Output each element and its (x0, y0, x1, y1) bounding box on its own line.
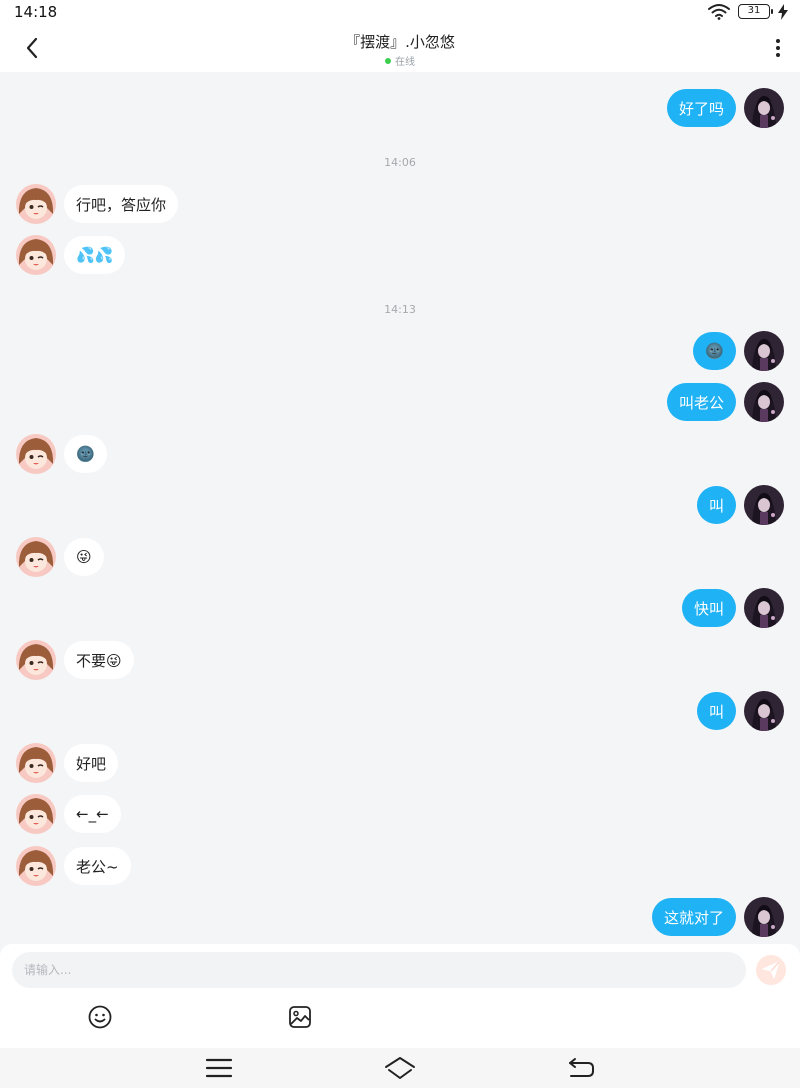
message-received: 🌚 (16, 434, 107, 474)
user-portrait-icon (744, 382, 784, 422)
message-received: 好吧 (16, 743, 119, 783)
message-bubble[interactable]: 行吧，答应你 (64, 185, 179, 223)
message-input[interactable] (12, 952, 746, 988)
online-status: 在线 (200, 53, 600, 68)
contact-portrait-icon (16, 846, 56, 886)
contact-name: 『摆渡』.小忽悠 (345, 33, 455, 51)
menu-button[interactable] (204, 1056, 234, 1080)
contact-portrait-icon (16, 743, 56, 783)
send-icon (762, 961, 780, 979)
return-icon (569, 1058, 594, 1077)
contact-avatar[interactable] (16, 184, 56, 224)
user-portrait-icon (744, 485, 784, 525)
status-bar: 14:18 31 (0, 0, 800, 24)
timestamp: 14:06 (384, 156, 416, 169)
my-avatar[interactable] (744, 588, 784, 628)
contact-avatar[interactable] (16, 235, 56, 275)
message-sent: 叫老公 (666, 382, 784, 422)
message-received: 😜 (16, 537, 104, 577)
user-portrait-icon (744, 691, 784, 731)
message-sent: 🌚 (693, 331, 784, 371)
online-status-text: 在线 (395, 57, 415, 68)
message-received: 行吧，答应你 (16, 184, 179, 224)
status-time: 14:18 (14, 3, 58, 21)
message-received: ←_← (16, 794, 121, 834)
contact-portrait-icon (16, 235, 56, 275)
message-bubble[interactable]: 🌚 (693, 332, 736, 370)
status-icons: 31 (708, 3, 788, 20)
return-button[interactable] (566, 1056, 596, 1080)
my-avatar[interactable] (744, 382, 784, 422)
battery-indicator: 31 (738, 4, 773, 19)
message-bubble[interactable]: 💦💦 (64, 236, 126, 274)
contact-avatar[interactable] (16, 640, 56, 680)
my-avatar[interactable] (744, 331, 784, 371)
my-avatar[interactable] (744, 897, 784, 937)
chat-header: 『摆渡』.小忽悠 在线 (0, 24, 800, 72)
home-button[interactable] (384, 1056, 416, 1080)
user-portrait-icon (744, 331, 784, 371)
message-sent: 好了吗 (666, 88, 784, 128)
contact-portrait-icon (16, 640, 56, 680)
message-bubble[interactable]: 老公~ (64, 847, 131, 885)
more-vertical-icon (776, 39, 780, 57)
image-icon (289, 1006, 311, 1028)
system-nav-bar (0, 1048, 800, 1088)
message-bubble[interactable]: 好了吗 (666, 89, 736, 127)
image-button[interactable] (287, 1004, 313, 1030)
message-received: 不要😜 (16, 640, 134, 680)
timestamp: 14:13 (384, 303, 416, 316)
charging-icon (778, 3, 788, 20)
my-avatar[interactable] (744, 485, 784, 525)
emoji-button[interactable] (87, 1004, 113, 1030)
message-bubble[interactable]: 😜 (64, 538, 104, 576)
home-icon (385, 1057, 415, 1079)
back-button[interactable] (18, 34, 46, 62)
user-portrait-icon (744, 897, 784, 937)
message-bubble[interactable]: 叫老公 (666, 383, 736, 421)
my-avatar[interactable] (744, 691, 784, 731)
contact-avatar[interactable] (16, 794, 56, 834)
wifi-icon (708, 4, 730, 20)
contact-avatar[interactable] (16, 434, 56, 474)
menu-icon (205, 1058, 233, 1078)
more-options-button[interactable] (770, 36, 786, 60)
message-sent: 叫 (696, 691, 784, 731)
message-sent: 快叫 (681, 588, 784, 628)
contact-portrait-icon (16, 184, 56, 224)
back-arrow-icon (26, 37, 38, 59)
contact-avatar[interactable] (16, 743, 56, 783)
contact-avatar[interactable] (16, 537, 56, 577)
message-sent: 叫 (696, 485, 784, 525)
message-bubble[interactable]: 不要😜 (64, 641, 134, 679)
message-bubble[interactable]: ←_← (64, 795, 121, 833)
message-bubble[interactable]: 叫 (696, 486, 736, 524)
message-received: 老公~ (16, 846, 131, 886)
message-received: 💦💦 (16, 235, 126, 275)
message-bubble[interactable]: 🌚 (64, 435, 107, 473)
contact-portrait-icon (16, 537, 56, 577)
message-bubble[interactable]: 快叫 (681, 589, 736, 627)
message-bubble[interactable]: 这就对了 (651, 898, 736, 936)
user-portrait-icon (744, 88, 784, 128)
message-bubble[interactable]: 叫 (696, 692, 736, 730)
contact-portrait-icon (16, 434, 56, 474)
my-avatar[interactable] (744, 88, 784, 128)
online-dot-icon (385, 57, 391, 64)
send-button[interactable] (756, 955, 786, 985)
user-portrait-icon (744, 588, 784, 628)
chat-title-area: 『摆渡』.小忽悠 在线 (200, 31, 600, 68)
contact-avatar[interactable] (16, 846, 56, 886)
message-list[interactable]: 14:06 14:13 好了吗 行吧，答应你 💦💦 🌚 叫老公 🌚 叫 😜 快叫… (0, 72, 800, 944)
contact-portrait-icon (16, 794, 56, 834)
message-bubble[interactable]: 好吧 (64, 744, 119, 782)
message-sent: 这就对了 (651, 897, 784, 937)
input-bar (0, 944, 800, 1048)
emoji-icon (88, 1005, 112, 1029)
